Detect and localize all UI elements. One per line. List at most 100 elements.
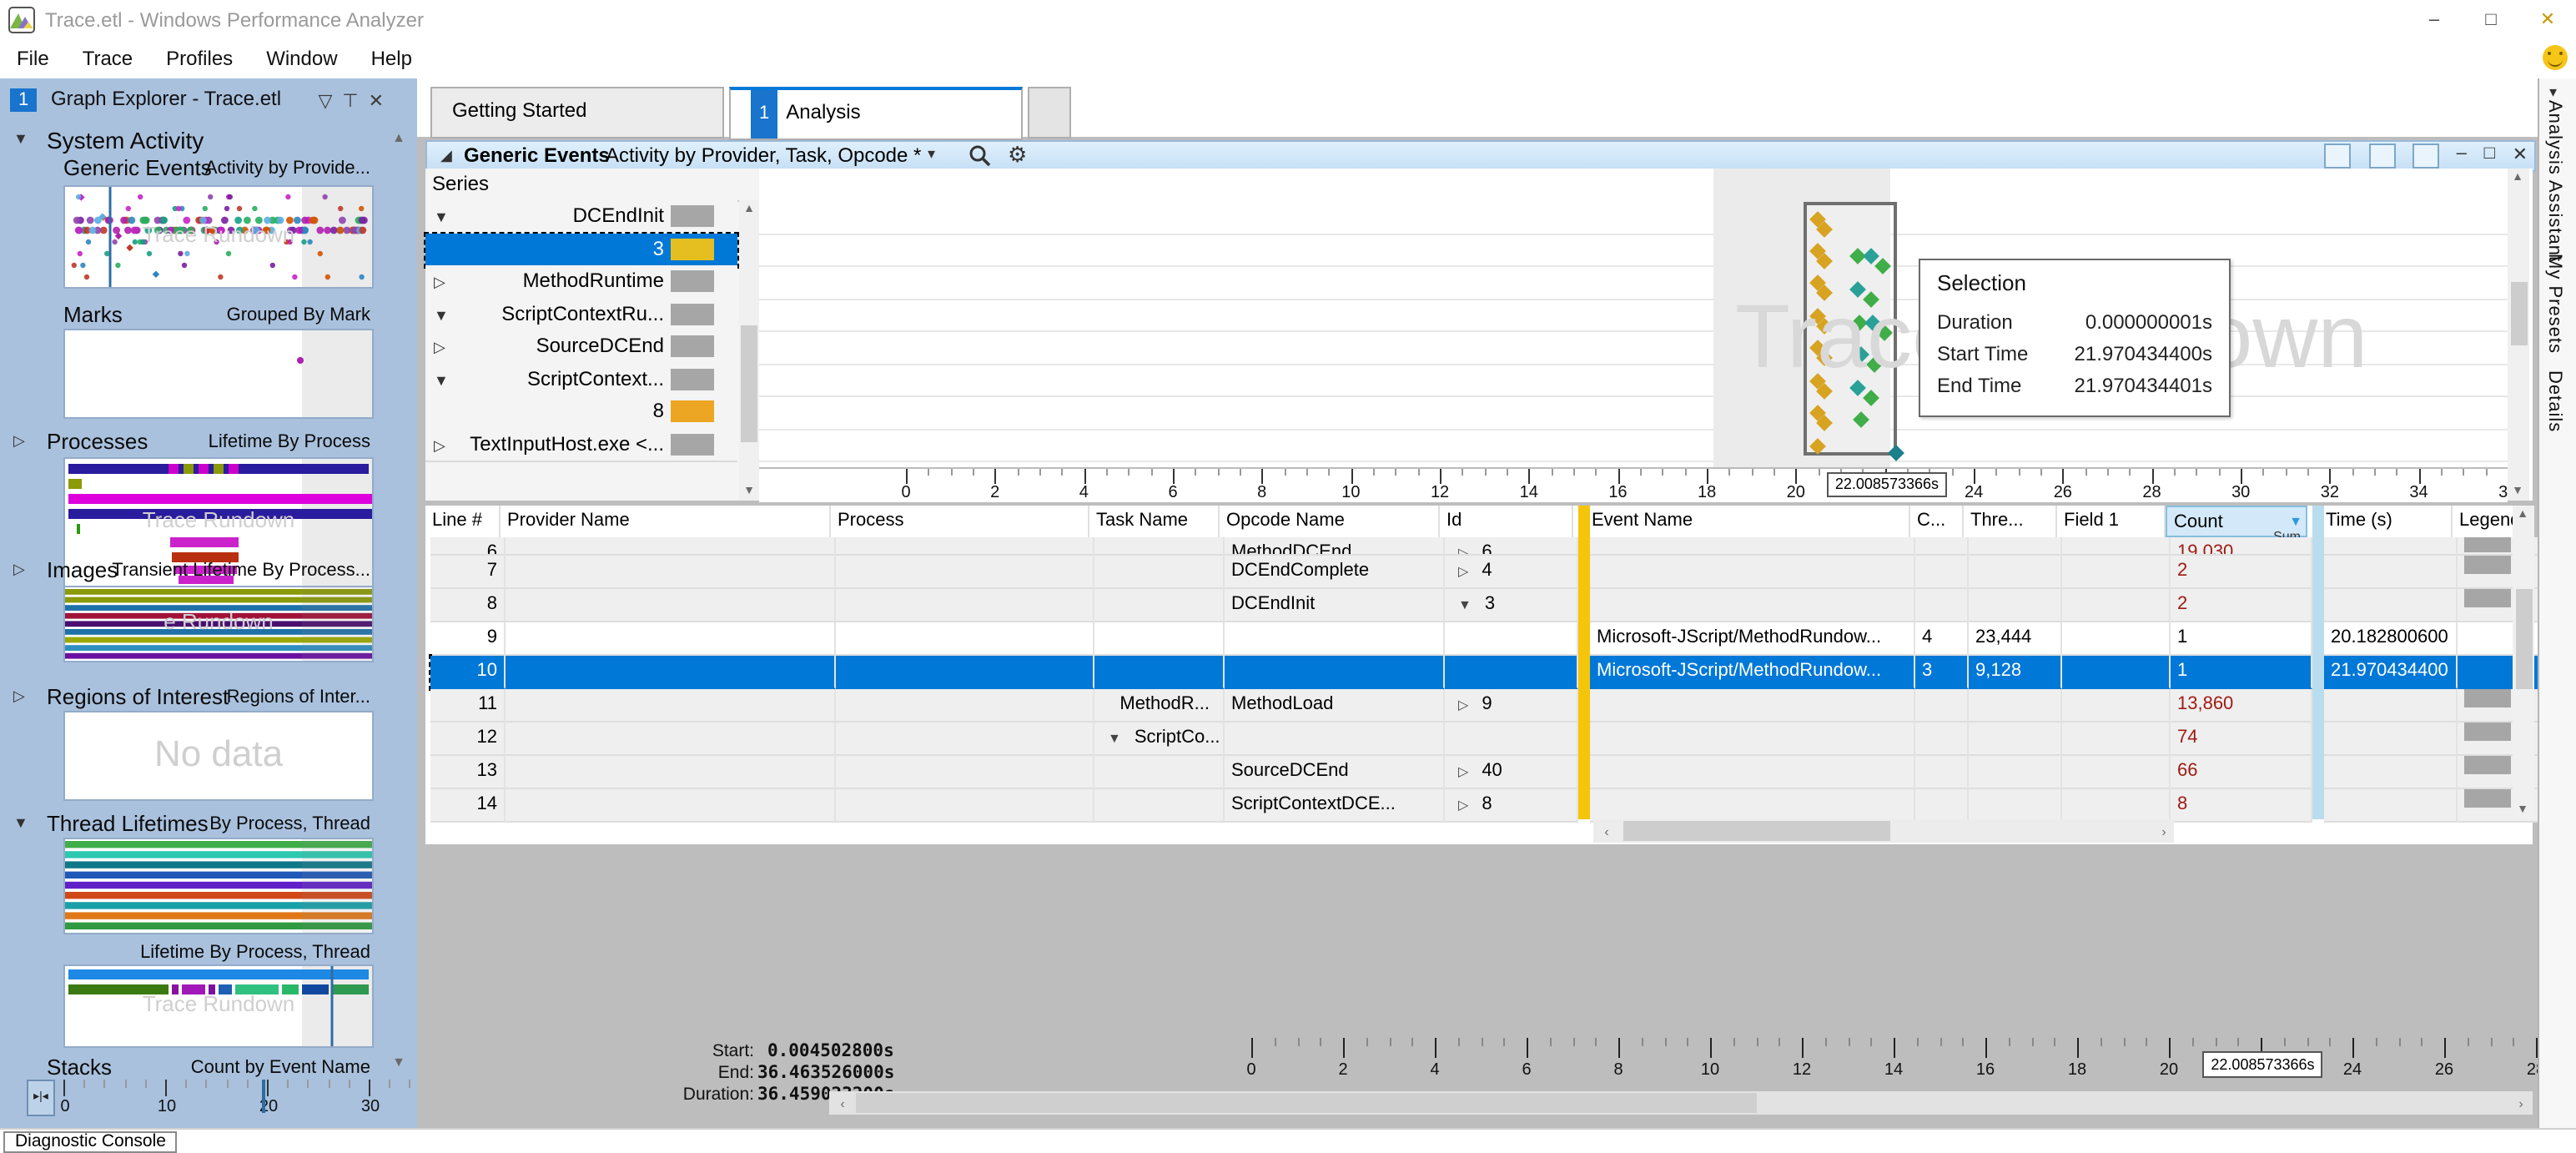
expander-icon[interactable]: ▷ — [1458, 764, 1468, 779]
expander-icon[interactable]: ▼ — [13, 130, 28, 147]
thumbnail-images[interactable]: e Rundown — [63, 586, 374, 662]
series-scrollbar[interactable]: ▲ ▼ — [739, 200, 759, 501]
series-row-textinputhost-exe-[interactable]: ▷ TextInputHost.exe <... — [425, 428, 737, 462]
expander-icon[interactable]: ▷ — [1458, 798, 1468, 813]
scroll-left-icon[interactable]: ‹ — [833, 1096, 853, 1111]
feedback-smiley-icon[interactable] — [2543, 45, 2568, 70]
chart-scrollbar[interactable]: ▲ ▼ — [2508, 169, 2529, 501]
scroll-down-icon[interactable]: ▼ — [2513, 804, 2533, 816]
series-row-sourcedcend[interactable]: ▷ SourceDCEnd — [425, 330, 737, 365]
series-color-swatch[interactable] — [671, 205, 714, 227]
column-header-id[interactable]: Id — [1440, 506, 1573, 537]
column-header-time[interactable]: Time (s) — [2319, 506, 2453, 537]
dropdown-icon[interactable]: ▽ — [318, 92, 342, 112]
maximize-icon[interactable]: □ — [2463, 0, 2519, 40]
chart-only-icon[interactable] — [2368, 143, 2396, 169]
graph-preset-title[interactable]: Activity by Provider, Task, Opcode * — [606, 143, 921, 167]
sidebar-section-marks[interactable]: Marks Grouped By Mark — [0, 302, 417, 329]
scroll-up-icon[interactable]: ▲ — [739, 204, 759, 215]
sidebar-section-processes[interactable]: ▷ Processes Lifetime By Process — [0, 429, 417, 456]
close-icon[interactable]: ✕ — [2519, 0, 2576, 40]
gear-icon[interactable]: ⚙ — [1008, 142, 1027, 169]
series-color-swatch[interactable] — [671, 303, 714, 325]
preset-dropdown-icon[interactable]: ▾ — [928, 145, 935, 164]
expander-icon[interactable]: ▷ — [1458, 564, 1468, 579]
zoom-extents-icon[interactable]: ▸|◂ — [27, 1080, 55, 1116]
series-color-swatch[interactable] — [671, 433, 714, 455]
close-panel-icon[interactable]: ✕ — [369, 92, 394, 112]
series-row-dcendinit[interactable]: ▼ DCEndInit — [425, 200, 737, 234]
expander-icon[interactable]: ▼ — [434, 306, 449, 323]
panel-close-icon[interactable]: ✕ — [2513, 143, 2528, 165]
table-scrollbar[interactable]: ▲ ▼ — [2513, 506, 2534, 819]
thumbnail-thread-lifetimes[interactable] — [63, 838, 374, 934]
menu-window[interactable]: Window — [249, 40, 354, 77]
expander-icon[interactable]: ▷ — [13, 432, 25, 451]
timeline-hscrollbar[interactable]: ‹ › — [829, 1091, 2533, 1115]
right-tab-details[interactable]: Details — [2544, 370, 2564, 432]
right-tab-my-presets[interactable]: My Presets — [2544, 254, 2564, 354]
column-header-provider[interactable]: Provider Name — [501, 506, 831, 537]
sidebar-section-stacks[interactable]: Stacks Count by Event Name — [0, 1055, 417, 1081]
right-tab-analysis-assistant[interactable]: Analysis Assistant — [2544, 100, 2564, 262]
expander-icon[interactable]: ▼ — [1458, 597, 1472, 612]
series-color-swatch[interactable] — [671, 270, 714, 292]
expander-icon[interactable]: ▷ — [434, 339, 445, 357]
menu-file[interactable]: File — [0, 40, 66, 77]
sidebar-section-system-activity[interactable]: ▼ System Activity — [0, 127, 417, 154]
collapse-graph-icon[interactable]: ◢ — [440, 147, 452, 165]
column-header-c[interactable]: C... — [1910, 506, 1964, 537]
series-row-3[interactable]: 3 — [424, 231, 739, 269]
expander-icon[interactable]: ▼ — [13, 814, 28, 831]
thumbnail-marks[interactable] — [63, 329, 374, 419]
sidebar-section-images[interactable]: ▷ Images Transient Lifetime By Process... — [0, 557, 417, 584]
stacks-mini-axis[interactable]: ▸|◂ 0 10 20 30 — [27, 1080, 412, 1116]
series-row-scriptcontext-[interactable]: ▼ ScriptContext... — [425, 363, 737, 397]
series-color-swatch[interactable] — [671, 400, 714, 422]
scroll-down-icon[interactable]: ▼ — [2508, 486, 2528, 497]
scroll-thumb[interactable] — [856, 1093, 1757, 1113]
global-timeline-ruler[interactable]: 02468101214161820222426283032343622.0085… — [829, 1038, 2538, 1088]
column-header-field1[interactable]: Field 1 — [2057, 506, 2166, 537]
series-row-8[interactable]: 8 — [425, 395, 737, 430]
panel-maximize-icon[interactable]: □ — [2484, 143, 2495, 164]
sidebar-section-thread-lifetimes[interactable]: ▼ Thread Lifetimes By Process, Thread — [0, 811, 417, 838]
table-hscrollbar[interactable]: ‹ › — [1593, 819, 2174, 843]
menu-trace[interactable]: Trace — [66, 40, 149, 77]
series-row-scriptcontextru-[interactable]: ▼ ScriptContextRu... — [425, 298, 737, 332]
expander-icon[interactable]: ▷ — [1458, 546, 1468, 554]
scroll-up-icon[interactable]: ▲ — [2513, 509, 2533, 521]
column-header-process[interactable]: Process — [831, 506, 1089, 537]
column-header-thread[interactable]: Thre... — [1964, 506, 2057, 537]
sidebar-section-generic-events[interactable]: Generic Events Activity by Provide... — [0, 155, 417, 182]
pin-icon[interactable]: ⊤ — [342, 92, 368, 112]
search-icon[interactable] — [968, 143, 991, 167]
expander-icon[interactable]: ▷ — [434, 274, 445, 292]
thumbnail-regions-of-interest[interactable]: No data — [63, 711, 374, 801]
series-color-swatch[interactable] — [671, 335, 714, 357]
minimize-icon[interactable]: – — [2406, 0, 2463, 40]
scroll-left-icon[interactable]: ‹ — [1597, 824, 1617, 839]
scroll-right-icon[interactable]: › — [2154, 824, 2174, 839]
scroll-thumb[interactable] — [2515, 589, 2532, 689]
sidebar-section-thread-lifetimes-2[interactable]: Lifetime By Process, Thread — [0, 939, 417, 966]
thumbnail-thread-lifetimes-2[interactable]: Trace Rundown — [63, 964, 374, 1048]
table-only-icon[interactable] — [2412, 143, 2439, 169]
expander-icon[interactable]: ▼ — [434, 209, 449, 225]
menu-help[interactable]: Help — [355, 40, 429, 77]
expander-icon[interactable]: ▷ — [1458, 697, 1468, 712]
column-header-event[interactable]: Event Name — [1585, 506, 1910, 537]
series-color-swatch[interactable] — [671, 238, 714, 259]
expander-icon[interactable]: ▷ — [13, 561, 25, 579]
panel-minimize-icon[interactable]: – — [2457, 143, 2467, 164]
sidebar-section-regions-of-interest[interactable]: ▷ Regions of Interest Regions of Inter... — [0, 684, 417, 711]
scroll-right-icon[interactable]: › — [2511, 1096, 2531, 1111]
scroll-thumb[interactable] — [741, 325, 757, 442]
column-header-opcode[interactable]: Opcode Name — [1220, 506, 1440, 537]
expander-icon[interactable]: ▷ — [434, 436, 445, 455]
expander-icon[interactable]: ▼ — [1108, 731, 1121, 746]
graph-table-toggle-icon[interactable] — [2324, 143, 2352, 169]
expander-icon[interactable]: ▷ — [13, 687, 25, 706]
thumbnail-generic-events[interactable]: Trace Rundown — [63, 185, 374, 397]
column-header-task[interactable]: Task Name — [1089, 506, 1220, 537]
